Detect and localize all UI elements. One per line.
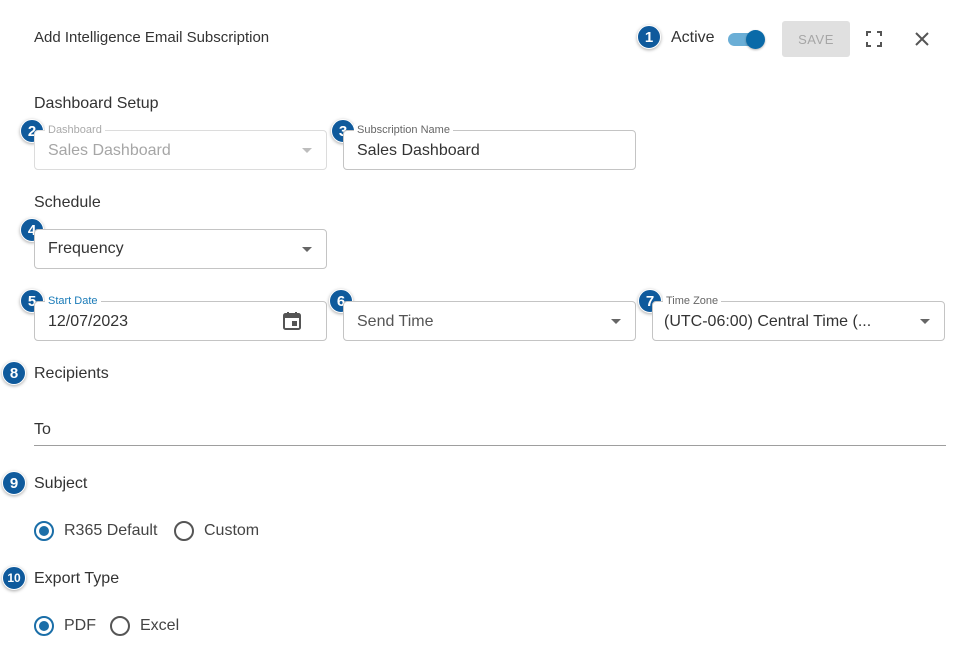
recipients-heading: Recipients	[34, 365, 109, 382]
subject-option-label: Custom	[204, 522, 260, 539]
subject-option-r365-default[interactable]: R365 Default	[34, 521, 157, 541]
close-icon	[915, 32, 929, 46]
start-date-field[interactable]: Start Date 12/07/2023	[34, 295, 327, 341]
frequency-select[interactable]: Frequency	[34, 229, 327, 269]
radio-checked-icon[interactable]	[34, 521, 54, 541]
send-time-placeholder: Send Time	[357, 313, 434, 330]
dashboard-select-value: Sales Dashboard	[48, 142, 171, 159]
active-toggle[interactable]	[728, 30, 766, 49]
export-option-pdf[interactable]: PDF	[34, 616, 96, 636]
subscription-name-field[interactable]: Subscription Name Sales Dashboard	[343, 124, 636, 170]
callout-badge-8: 8	[2, 361, 26, 385]
to-field-label[interactable]: To	[34, 421, 51, 439]
time-zone-label: Time Zone	[663, 295, 722, 307]
radio-checked-icon[interactable]	[34, 616, 54, 636]
dropdown-arrow-icon	[302, 247, 312, 252]
schedule-heading: Schedule	[34, 194, 101, 211]
subscription-name-value: Sales Dashboard	[357, 142, 480, 159]
start-date-value: 12/07/2023	[48, 313, 129, 330]
radio-unchecked-icon[interactable]	[174, 521, 194, 541]
toggle-knob	[746, 30, 765, 49]
callout-badge-9: 9	[2, 471, 26, 495]
start-date-label: Start Date	[45, 295, 101, 307]
subscription-name-label: Subscription Name	[354, 124, 453, 136]
dropdown-arrow-icon	[920, 319, 930, 324]
fullscreen-icon	[866, 31, 882, 47]
active-label: Active	[671, 29, 715, 46]
export-option-label: PDF	[64, 617, 96, 634]
time-zone-select[interactable]: Time Zone (UTC-06:00) Central Time (...	[652, 295, 945, 341]
callout-badge-10: 10	[2, 566, 26, 590]
calendar-icon[interactable]	[282, 311, 302, 336]
dropdown-arrow-icon	[611, 319, 621, 324]
dashboard-select-label: Dashboard	[45, 124, 105, 136]
save-button[interactable]: SAVE	[782, 21, 850, 57]
export-option-excel[interactable]: Excel	[110, 616, 179, 636]
time-zone-value: (UTC-06:00) Central Time (...	[664, 313, 872, 330]
radio-unchecked-icon[interactable]	[110, 616, 130, 636]
callout-badge-1: 1	[637, 25, 661, 49]
dialog-title: Add Intelligence Email Subscription	[34, 29, 270, 46]
export-type-heading: Export Type	[34, 570, 120, 587]
dashboard-select[interactable]: Dashboard Sales Dashboard	[34, 124, 327, 170]
dashboard-setup-heading: Dashboard Setup	[34, 95, 159, 112]
dropdown-arrow-icon	[302, 148, 312, 153]
subject-option-custom[interactable]: Custom	[174, 521, 259, 541]
send-time-select[interactable]: Send Time	[343, 301, 636, 341]
export-option-label: Excel	[140, 617, 180, 634]
subject-heading: Subject	[34, 475, 88, 492]
to-field-underline	[34, 445, 946, 446]
fullscreen-button[interactable]	[862, 27, 886, 51]
close-button[interactable]	[910, 27, 934, 51]
frequency-select-placeholder: Frequency	[48, 240, 124, 257]
subject-option-label: R365 Default	[64, 522, 158, 539]
